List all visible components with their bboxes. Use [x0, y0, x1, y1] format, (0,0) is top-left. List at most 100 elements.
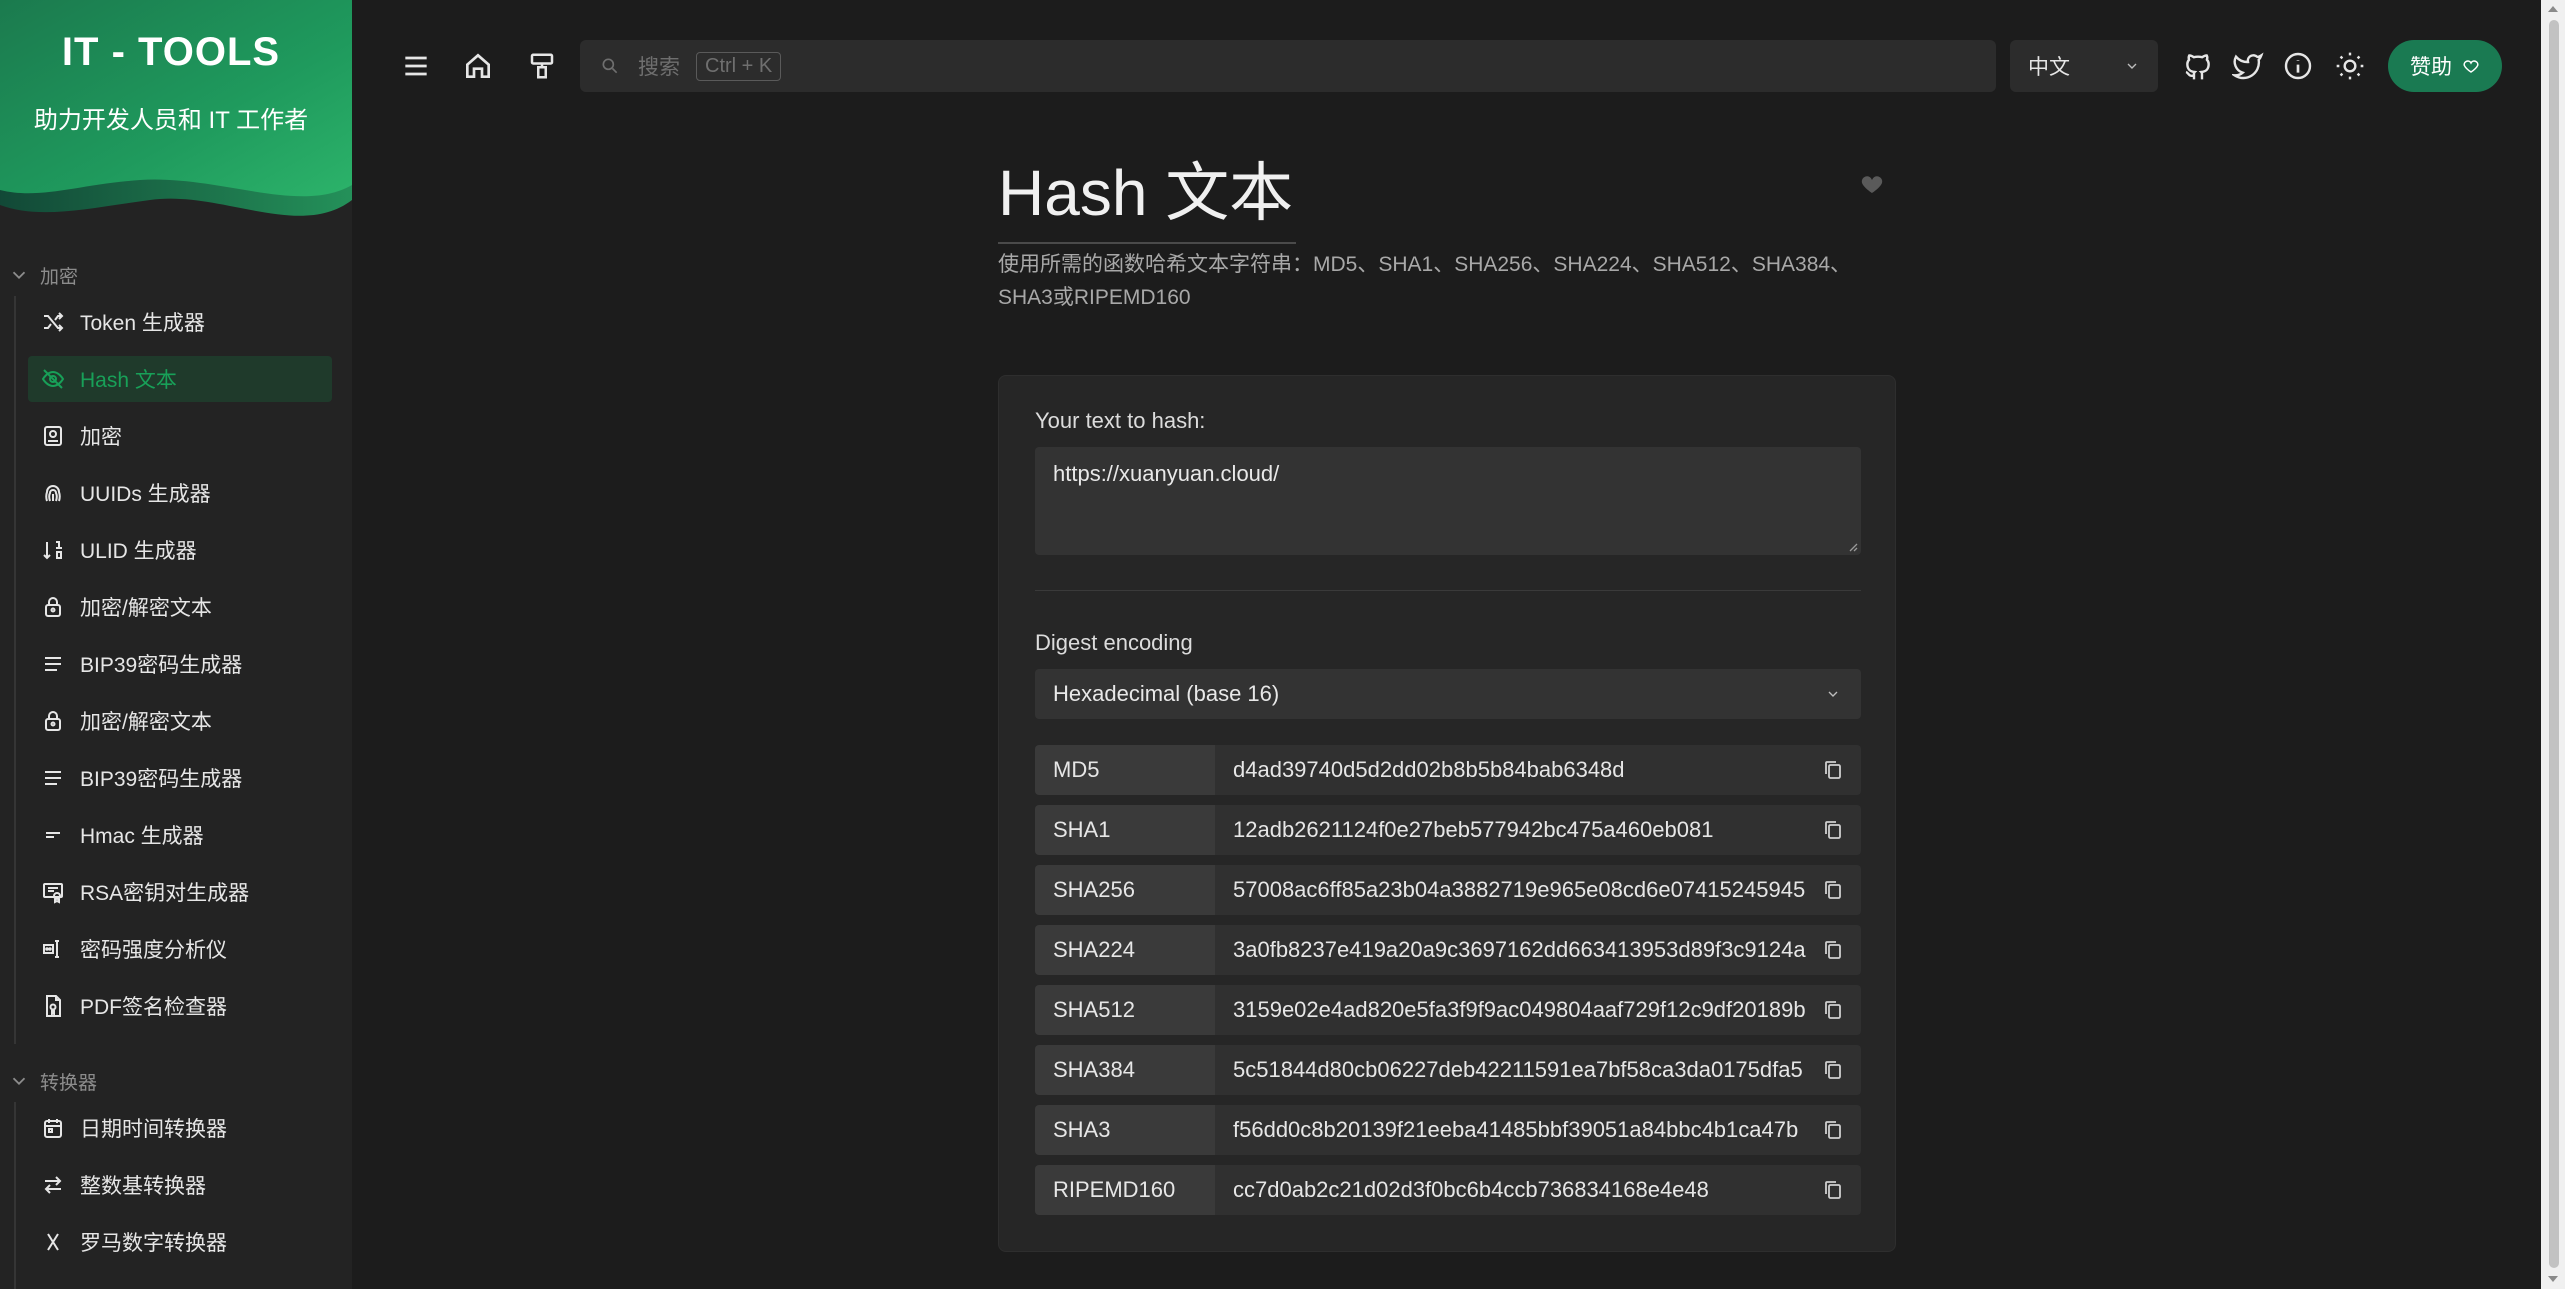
- copy-icon[interactable]: [1821, 1118, 1845, 1142]
- copy-icon[interactable]: [1821, 818, 1845, 842]
- favorite-button[interactable]: [1860, 172, 1884, 201]
- hash-value: 12adb2621124f0e27beb577942bc475a460eb081: [1233, 817, 1714, 842]
- hash-value: cc7d0ab2c21d02d3f0bc6b4ccb736834168e4e48: [1233, 1177, 1709, 1202]
- search-shortcut: Ctrl + K: [696, 51, 782, 81]
- sidebar-item-bip39-2[interactable]: BIP39密码生成器: [28, 755, 332, 801]
- hash-value: 3a0fb8237e419a20a9c3697162dd663413953d89…: [1233, 937, 1806, 962]
- sidebar-item-label: Token 生成器: [80, 312, 205, 335]
- search-bar[interactable]: 搜索 Ctrl + K: [580, 40, 1996, 92]
- theme-toggle-button[interactable]: [2330, 46, 2370, 86]
- scroll-up-arrow[interactable]: [2548, 6, 2558, 12]
- copy-icon[interactable]: [1821, 1178, 1845, 1202]
- section-line: [14, 296, 16, 1044]
- hash-value-field[interactable]: 5c51844d80cb06227deb42211591ea7bf58ca3da…: [1215, 1045, 1861, 1095]
- sort-numeric-icon: [40, 537, 66, 563]
- hash-value: 3159e02e4ad820e5fa3f9f9ac049804aaf729f12…: [1233, 997, 1806, 1022]
- hash-value: f56dd0c8b20139f21eeba41485bbf39051a84bbc…: [1233, 1117, 1799, 1142]
- hash-value-field[interactable]: 12adb2621124f0e27beb577942bc475a460eb081: [1215, 805, 1861, 855]
- about-button[interactable]: [2278, 46, 2318, 86]
- resize-handle-icon[interactable]: [1846, 540, 1858, 552]
- calendar-icon: [40, 1115, 66, 1141]
- sidebar-item-ulid[interactable]: ULID 生成器: [28, 527, 332, 573]
- sidebar-item-token-generator[interactable]: Token 生成器: [28, 299, 332, 345]
- digest-encoding-select[interactable]: Hexadecimal (base 16): [1035, 669, 1861, 719]
- section-label: 转换器: [40, 1072, 98, 1094]
- sidebar-item-hash-text[interactable]: Hash 文本: [28, 356, 332, 402]
- sidebar-item-label: Hash 文本: [80, 369, 177, 392]
- copy-icon[interactable]: [1821, 998, 1845, 1022]
- hash-name: RIPEMD160: [1035, 1165, 1215, 1215]
- hash-name: SHA3: [1035, 1105, 1215, 1155]
- heart-icon: [2463, 60, 2479, 73]
- shuffle-icon: [40, 309, 66, 335]
- sidebar-item-password-strength[interactable]: 密码强度分析仪: [28, 926, 332, 972]
- hash-value-field[interactable]: 3159e02e4ad820e5fa3f9f9ac049804aaf729f12…: [1215, 985, 1861, 1035]
- sidebar-item-roman-converter[interactable]: 罗马数字转换器: [28, 1219, 332, 1265]
- lines-icon: [40, 651, 66, 677]
- github-link[interactable]: [2178, 46, 2218, 86]
- sidebar-item-label: 整数基转换器: [80, 1175, 206, 1198]
- sun-icon: [2336, 52, 2364, 80]
- file-cert-icon: [40, 993, 66, 1019]
- sidebar: IT - TOOLS 助力开发人员和 IT 工作者 加密 Token 生成器 H…: [0, 0, 352, 1289]
- brand-subtitle: 助力开发人员和 IT 工作者: [33, 107, 309, 134]
- sidebar-item-uuids[interactable]: UUIDs 生成器: [28, 470, 332, 516]
- hash-row-sha3: SHA3 f56dd0c8b20139f21eeba41485bbf39051a…: [1035, 1105, 1861, 1155]
- sidebar-item-label: PDF签名检查器: [80, 996, 227, 1019]
- paint-roller-icon: [530, 53, 554, 79]
- copy-icon[interactable]: [1821, 758, 1845, 782]
- info-icon: [2284, 52, 2312, 80]
- copy-icon[interactable]: [1821, 938, 1845, 962]
- sidebar-item-encrypt[interactable]: 加密: [28, 413, 332, 459]
- certificate-icon: [40, 879, 66, 905]
- hash-name: SHA224: [1035, 925, 1215, 975]
- brand-header[interactable]: IT - TOOLS 助力开发人员和 IT 工作者: [0, 0, 352, 232]
- ui-lib-button[interactable]: [524, 48, 560, 84]
- sidebar-item-base-converter[interactable]: 整数基转换器: [28, 1162, 332, 1208]
- scrollbar-thumb[interactable]: [2549, 20, 2559, 1268]
- sponsor-button[interactable]: 赞助: [2388, 40, 2502, 92]
- search-placeholder: 搜索: [638, 56, 680, 79]
- short-text-icon: [40, 822, 66, 848]
- hash-value: 57008ac6ff85a23b04a3882719e965e08cd6e074…: [1233, 877, 1806, 902]
- sidebar-item-pdf-signature[interactable]: PDF签名检查器: [28, 983, 332, 1029]
- hash-row-md5: MD5 d4ad39740d5d2dd02b8b5b84bab6348d: [1035, 745, 1861, 795]
- text-to-hash-input[interactable]: https://xuanyuan.cloud/: [1035, 447, 1861, 555]
- language-select[interactable]: 中文: [2010, 40, 2158, 92]
- hash-name: SHA256: [1035, 865, 1215, 915]
- copy-icon[interactable]: [1821, 1058, 1845, 1082]
- hash-card: Your text to hash: https://xuanyuan.clou…: [998, 375, 1896, 1252]
- sidebar-item-hmac[interactable]: Hmac 生成器: [28, 812, 332, 858]
- lines-icon: [40, 765, 66, 791]
- menu-toggle-button[interactable]: [398, 48, 434, 84]
- sponsor-label: 赞助: [2410, 56, 2452, 79]
- sidebar-item-label: 加密: [80, 426, 122, 449]
- hash-value-field[interactable]: 57008ac6ff85a23b04a3882719e965e08cd6e074…: [1215, 865, 1861, 915]
- section-line: [14, 1102, 16, 1289]
- section-header-crypto[interactable]: 加密: [8, 260, 78, 290]
- chevron-down-icon: [2127, 63, 2137, 69]
- hash-name: MD5: [1035, 745, 1215, 795]
- hash-value-field[interactable]: d4ad39740d5d2dd02b8b5b84bab6348d: [1215, 745, 1861, 795]
- home-icon: [466, 53, 490, 78]
- hash-value-field[interactable]: f56dd0c8b20139f21eeba41485bbf39051a84bbc…: [1215, 1105, 1861, 1155]
- input-value: https://xuanyuan.cloud/: [1053, 461, 1280, 486]
- twitter-link[interactable]: [2228, 46, 2268, 86]
- lock-icon: [40, 708, 66, 734]
- sidebar-item-encrypt-decrypt-2[interactable]: 加密/解密文本: [28, 698, 332, 744]
- hash-value-field[interactable]: 3a0fb8237e419a20a9c3697162dd663413953d89…: [1215, 925, 1861, 975]
- hash-value-field[interactable]: cc7d0ab2c21d02d3f0bc6b4ccb736834168e4e48: [1215, 1165, 1861, 1215]
- sidebar-item-label: 日期时间转换器: [80, 1118, 227, 1141]
- sidebar-item-date-converter[interactable]: 日期时间转换器: [28, 1105, 332, 1151]
- sidebar-item-rsa[interactable]: RSA密钥对生成器: [28, 869, 332, 915]
- sidebar-item-bip39[interactable]: BIP39密码生成器: [28, 641, 332, 687]
- page-scrollbar[interactable]: [2541, 0, 2565, 1289]
- home-button[interactable]: [460, 48, 496, 84]
- chevron-down-icon: [1828, 691, 1838, 697]
- copy-icon[interactable]: [1821, 878, 1845, 902]
- section-header-converter[interactable]: 转换器: [8, 1066, 97, 1096]
- sidebar-item-encrypt-decrypt[interactable]: 加密/解密文本: [28, 584, 332, 630]
- github-icon: [2185, 54, 2210, 80]
- scroll-down-arrow[interactable]: [2548, 1276, 2558, 1282]
- chevron-down-icon: [12, 1077, 26, 1086]
